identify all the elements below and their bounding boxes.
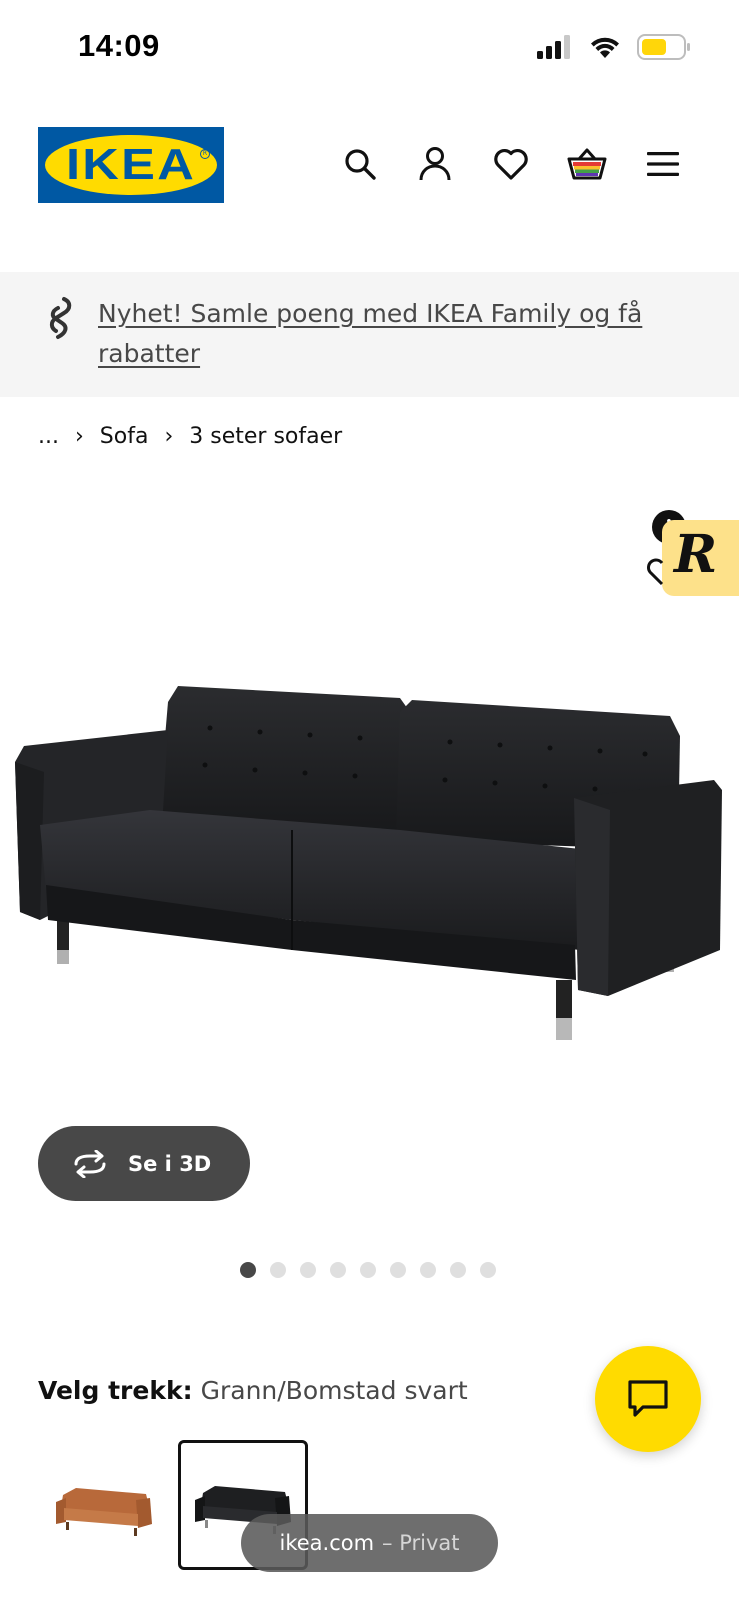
wifi-icon [591, 37, 619, 58]
carousel-dot[interactable] [330, 1262, 346, 1278]
retailer-badge-letter: R [674, 524, 718, 585]
variant-swatch-tan[interactable] [38, 1440, 168, 1570]
chevron-right-icon: › [74, 423, 84, 449]
favourites-button[interactable] [489, 142, 533, 186]
breadcrumb-3-seter-sofaer[interactable]: 3 seter sofaer [189, 424, 342, 449]
breadcrumb-sofa[interactable]: Sofa [100, 424, 149, 449]
retailer-badge[interactable]: R [662, 520, 739, 596]
logo-text: IKEA [65, 140, 197, 189]
variant-selector-label: Velg trekk: Grann/Bomstad svart [38, 1376, 468, 1405]
menu-button[interactable] [641, 142, 685, 186]
cart-button[interactable] [565, 142, 609, 186]
account-button[interactable] [413, 142, 457, 186]
chat-icon [628, 1380, 668, 1417]
menu-icon [647, 152, 679, 176]
ikea-logo[interactable]: IKEA R [38, 127, 224, 203]
status-bar: 14:09 [0, 0, 739, 98]
heart-icon[interactable] [644, 556, 666, 590]
battery-icon [637, 34, 690, 60]
cellular-signal-icon [537, 35, 570, 59]
carousel-dot[interactable] [300, 1262, 316, 1278]
promo-link[interactable]: Nyhet! Samle poeng med IKEA Family og få… [98, 294, 698, 374]
breadcrumb-ellipsis[interactable]: ... [38, 424, 59, 449]
chevron-right-icon: › [164, 423, 174, 449]
search-button[interactable] [338, 142, 382, 186]
variant-label: Velg trekk: [38, 1376, 193, 1405]
registered-mark: R [200, 149, 210, 159]
carousel-dot[interactable] [420, 1262, 436, 1278]
account-icon [419, 147, 451, 181]
site-header: IKEA R [0, 98, 739, 270]
tan-sofa-thumbnail [56, 1488, 152, 1536]
browser-url-pill[interactable]: ikea.com – Privat [241, 1514, 498, 1572]
search-icon [345, 149, 376, 180]
carousel-dot[interactable] [360, 1262, 376, 1278]
view-in-3d-label: Se i 3D [128, 1151, 212, 1176]
promo-banner[interactable]: Nyhet! Samle poeng med IKEA Family og få… [0, 272, 739, 397]
private-mode-label: – Privat [382, 1531, 460, 1555]
carousel-dot[interactable] [270, 1262, 286, 1278]
variant-value: Grann/Bomstad svart [200, 1376, 468, 1405]
rotate-3d-icon [74, 1149, 106, 1178]
status-time: 14:09 [78, 28, 160, 63]
carousel-dot[interactable] [450, 1262, 466, 1278]
carousel-dot[interactable] [390, 1262, 406, 1278]
status-icons [537, 34, 691, 60]
carousel-indicator [240, 1262, 496, 1278]
black-leather-sofa-image [15, 686, 722, 1040]
chat-button[interactable] [595, 1346, 701, 1452]
breadcrumb: ... › Sofa › 3 seter sofaer [38, 418, 342, 454]
heart-icon [494, 148, 528, 180]
cart-icon [567, 148, 607, 180]
carousel-dot[interactable] [240, 1262, 256, 1278]
carousel-dot[interactable] [480, 1262, 496, 1278]
view-in-3d-button[interactable]: Se i 3D [38, 1126, 250, 1201]
url-domain: ikea.com [279, 1531, 375, 1555]
ikea-family-icon [49, 297, 72, 339]
